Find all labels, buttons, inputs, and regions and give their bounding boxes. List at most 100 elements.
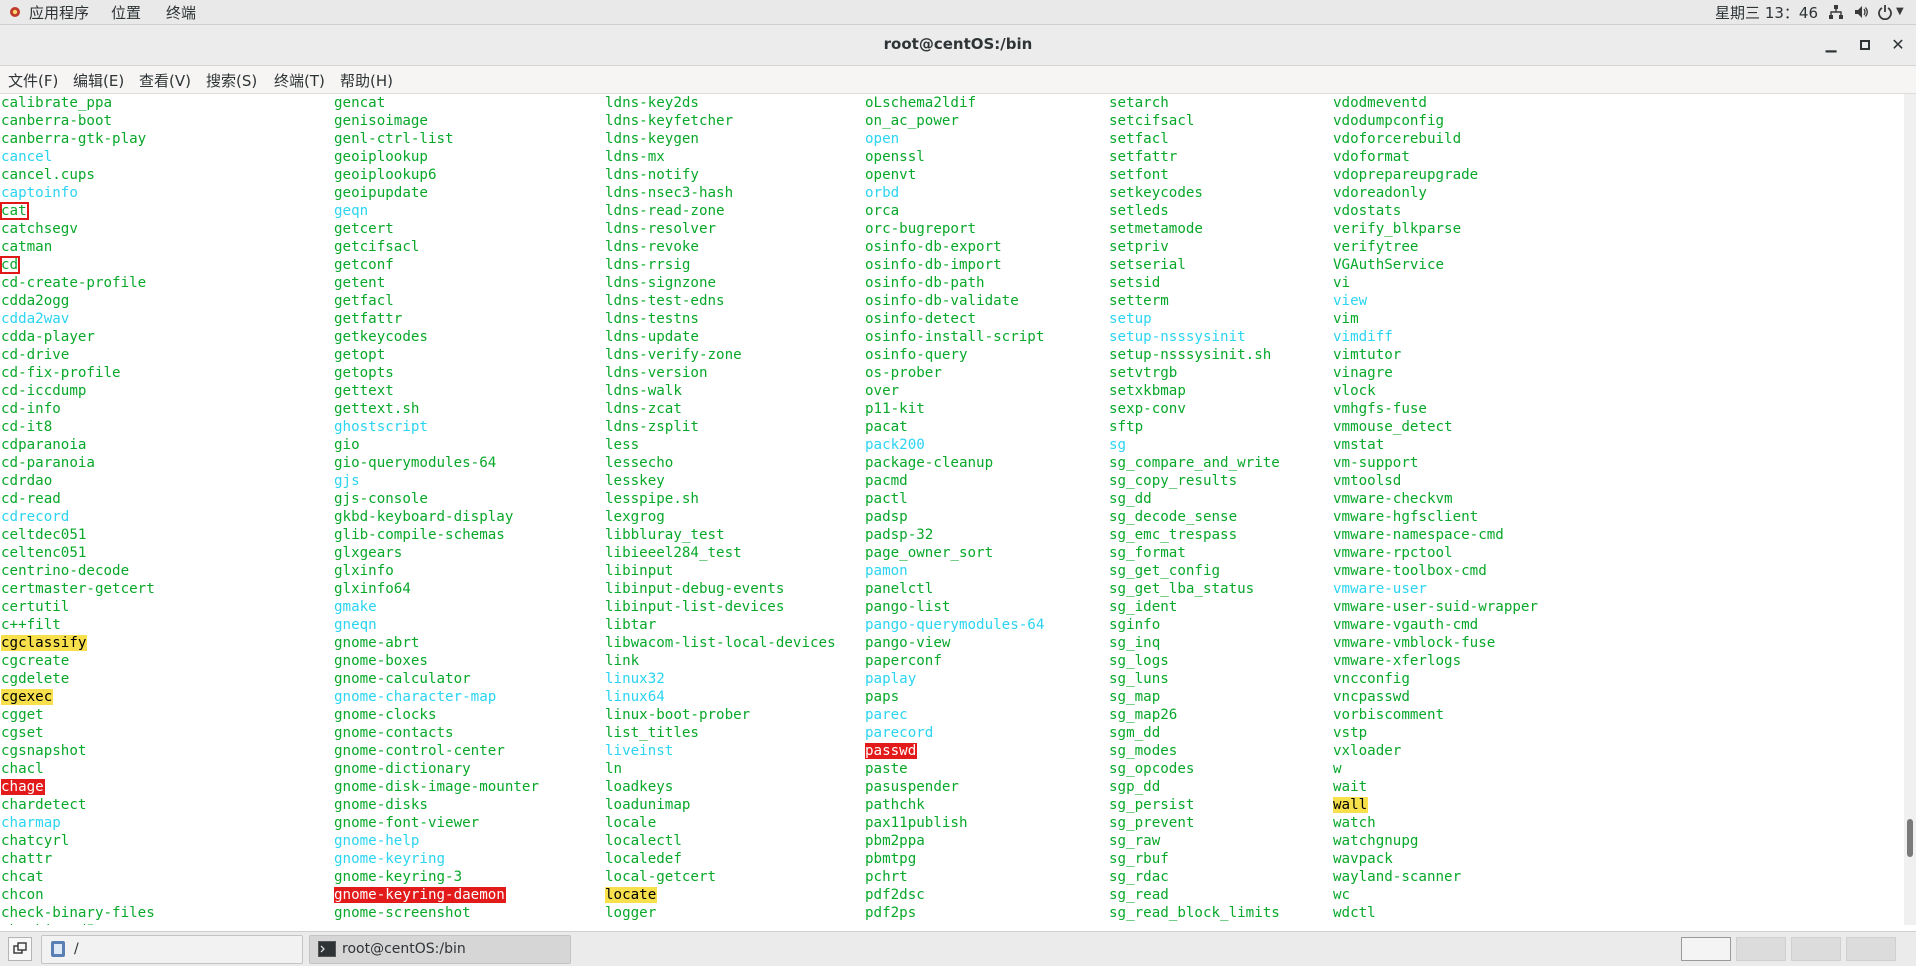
file-name: sg_logs: [1109, 653, 1169, 669]
file-entry: setup-nsssysinit.sh: [1109, 346, 1281, 364]
file-name: paste: [865, 761, 908, 777]
file-name: gnome-disk-image-mounter: [334, 779, 539, 795]
file-name: centrino-decode: [1, 563, 130, 579]
workspace-1[interactable]: [1681, 937, 1731, 961]
file-entry: cd-info: [1, 400, 156, 418]
file-entry: pathchk: [865, 796, 1045, 814]
file-name: vmware-xferlogs: [1333, 653, 1462, 669]
file-name: watch: [1333, 815, 1376, 831]
file-name: pasuspender: [865, 779, 959, 795]
menubar: 文件(F) 编辑(E) 查看(V) 搜索(S) 终端(T) 帮助(H): [0, 66, 1916, 94]
menu-help[interactable]: 帮助(H): [340, 70, 393, 91]
file-name: vmstat: [1333, 437, 1385, 453]
file-name: vdoformat: [1333, 149, 1410, 165]
chevron-down-icon[interactable]: ▼: [1896, 6, 1904, 17]
menu-search[interactable]: 搜索(S): [206, 70, 257, 91]
file-name: lexgrog: [605, 509, 665, 525]
terminal-app-menu[interactable]: 终端: [166, 2, 196, 23]
file-name: cdda2ogg: [1, 293, 70, 309]
file-name: canberra-gtk-play: [1, 131, 147, 147]
close-button[interactable]: ✕: [1888, 35, 1908, 55]
file-entry: ldns-keygen: [605, 130, 837, 148]
network-icon[interactable]: [1828, 4, 1844, 20]
file-name: pack200: [865, 437, 925, 453]
file-name: verify_blkparse: [1333, 221, 1462, 237]
file-entry: vncconfig: [1333, 670, 1539, 688]
file-name: canberra-boot: [1, 113, 113, 129]
power-icon[interactable]: [1877, 4, 1893, 20]
task-files-window[interactable]: /: [41, 935, 303, 964]
window-titlebar[interactable]: root@centOS:/bin ▁ ✕: [0, 25, 1916, 66]
menu-terminal[interactable]: 终端(T): [274, 70, 325, 91]
file-name: catchsegv: [1, 221, 78, 237]
file-name: getcifsacl: [334, 239, 420, 255]
places-menu[interactable]: 位置: [111, 2, 141, 23]
file-entry: certutil: [1, 598, 156, 616]
file-name: chattr: [1, 851, 53, 867]
file-name: geoiplookup: [334, 149, 428, 165]
minimize-button[interactable]: ▁: [1821, 35, 1841, 55]
file-entry: vdoreadonly: [1333, 184, 1539, 202]
file-name: sftp: [1109, 419, 1144, 435]
workspace-4[interactable]: [1846, 937, 1896, 961]
file-name: vim: [1333, 311, 1359, 327]
show-desktop-button[interactable]: [8, 937, 32, 961]
file-name: gnome-dictionary: [334, 761, 471, 777]
file-name: loadunimap: [605, 797, 691, 813]
terminal-scrollbar[interactable]: [1904, 94, 1916, 925]
file-name: pbm2ppa: [865, 833, 925, 849]
file-entry: sg_decode_sense: [1109, 508, 1281, 526]
file-entry: glxgears: [334, 544, 540, 562]
scrollbar-thumb[interactable]: [1907, 819, 1913, 857]
file-name: cd-fix-profile: [1, 365, 121, 381]
file-name: setpriv: [1109, 239, 1169, 255]
file-name: libtar: [605, 617, 657, 633]
file-entry: sg_emc_trespass: [1109, 526, 1281, 544]
file-name: pchrt: [865, 869, 908, 885]
clock[interactable]: 星期三 13：46: [1715, 2, 1818, 23]
file-entry: view: [1333, 292, 1539, 310]
file-name: ldns-keyfetcher: [605, 113, 734, 129]
file-name: vmware-hgfsclient: [1333, 509, 1479, 525]
file-entry: sg_opcodes: [1109, 760, 1281, 778]
file-name: openvt: [865, 167, 917, 183]
terminal-output[interactable]: calibrate_ppa canberra-boot canberra-gtk-p…: [0, 94, 1904, 925]
file-name: getcert: [334, 221, 394, 237]
file-entry: os-prober: [865, 364, 1045, 382]
file-name: ldns-mx: [605, 149, 665, 165]
workspace-3[interactable]: [1791, 937, 1841, 961]
menu-edit[interactable]: 编辑(E): [73, 70, 124, 91]
file-name: oLschema2ldif: [865, 95, 977, 111]
volume-icon[interactable]: [1853, 4, 1869, 20]
file-entry: sg_inq: [1109, 634, 1281, 652]
file-entry: sg_prevent: [1109, 814, 1281, 832]
menu-file[interactable]: 文件(F): [8, 70, 58, 91]
file-entry: osinfo-db-export: [865, 238, 1045, 256]
file-entry: vmware-checkvm: [1333, 490, 1539, 508]
file-name: chcon: [1, 887, 44, 903]
file-name: gettext: [334, 383, 394, 399]
file-entry: locale: [605, 814, 837, 832]
applications-menu[interactable]: 应用程序: [29, 2, 89, 23]
maximize-button[interactable]: [1855, 35, 1875, 55]
file-entry: sg_format: [1109, 544, 1281, 562]
workspace-2[interactable]: [1736, 937, 1786, 961]
file-name: cgdelete: [1, 671, 70, 687]
file-entry: sg_logs: [1109, 652, 1281, 670]
file-entry: glxinfo64: [334, 580, 540, 598]
applications-icon[interactable]: [9, 6, 21, 18]
file-entry: certmaster-getcert: [1, 580, 156, 598]
file-entry: gnome-clocks: [334, 706, 540, 724]
file-entry: linux64: [605, 688, 837, 706]
file-name: check-binary-files: [1, 905, 155, 921]
file-entry: vmware-xferlogs: [1333, 652, 1539, 670]
menu-view[interactable]: 查看(V): [139, 70, 191, 91]
task-terminal-window[interactable]: root@centOS:/bin: [309, 935, 571, 964]
file-name: ldns-zsplit: [605, 419, 699, 435]
file-entry: getconf: [334, 256, 540, 274]
file-name: libieeel284_test: [605, 545, 742, 561]
file-name: pango-querymodules-64: [865, 617, 1045, 633]
file-entry: ldns-resolver: [605, 220, 837, 238]
file-entry: vimdiff: [1333, 328, 1539, 346]
file-name: w: [1333, 761, 1342, 777]
